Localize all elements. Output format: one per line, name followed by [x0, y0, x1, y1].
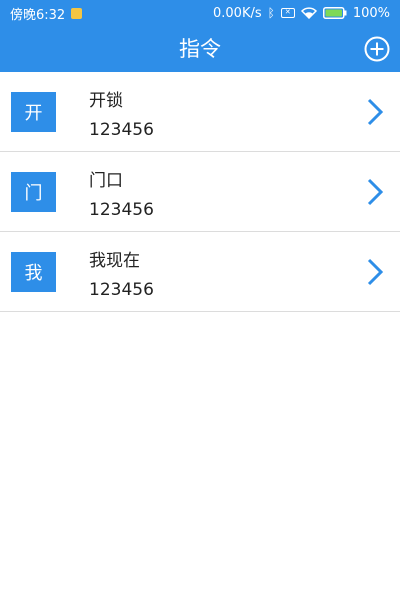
avatar: 门: [11, 172, 56, 212]
add-button[interactable]: [364, 36, 390, 62]
app-bar: 指令: [0, 26, 400, 72]
item-title: 门口: [89, 171, 123, 191]
network-speed: 0.00K/s: [213, 5, 262, 21]
chevron-right-icon: [366, 178, 384, 206]
avatar: 开: [11, 92, 56, 132]
item-title: 我现在: [89, 251, 140, 271]
plus-circle-icon: [364, 36, 390, 62]
bluetooth-icon: ᛒ: [267, 6, 275, 20]
page-title: 指令: [179, 37, 221, 61]
status-left: 傍晚6:32: [10, 4, 83, 23]
avatar: 我: [11, 252, 56, 292]
item-code: 123456: [89, 280, 154, 300]
sim-icon: ✕: [280, 8, 295, 18]
status-time: 傍晚6:32: [10, 7, 66, 23]
battery-icon: [322, 7, 347, 19]
notification-icon: [71, 7, 83, 19]
list-item[interactable]: 我 我现在 123456: [0, 232, 400, 312]
item-title: 开锁: [89, 91, 123, 111]
wifi-icon: [300, 7, 317, 19]
item-code: 123456: [89, 120, 154, 140]
command-list: 开 开锁 123456 门 门口 123456 我 我现在 123456: [0, 72, 400, 312]
chevron-right-icon: [366, 98, 384, 126]
list-item[interactable]: 门 门口 123456: [0, 152, 400, 232]
item-code: 123456: [89, 200, 154, 220]
list-item[interactable]: 开 开锁 123456: [0, 72, 400, 152]
status-bar: 傍晚6:32 0.00K/s ᛒ ✕ 100%: [0, 0, 400, 26]
battery-percent: 100%: [352, 5, 390, 21]
chevron-right-icon: [366, 258, 384, 286]
status-right: 0.00K/s ᛒ ✕ 100%: [213, 6, 390, 21]
